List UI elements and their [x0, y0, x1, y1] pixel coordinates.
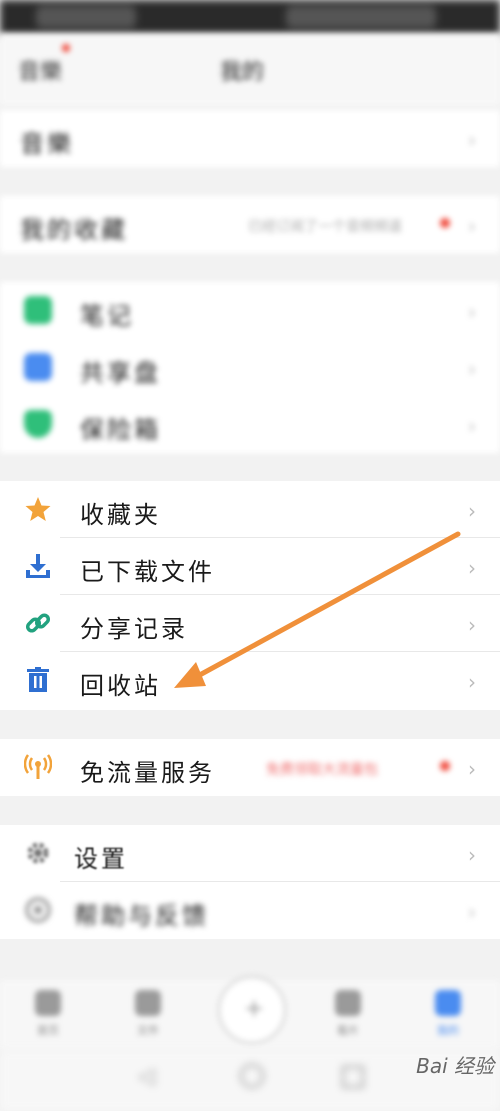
row-label: 收藏夹 — [80, 501, 161, 529]
download-icon — [26, 554, 50, 578]
chevron-right-icon: › — [468, 757, 476, 781]
user-icon — [435, 990, 461, 1016]
list-item[interactable]: 共享盘 › — [0, 339, 500, 396]
note-icon — [24, 296, 52, 324]
status-right — [286, 6, 436, 28]
signal-icon — [24, 754, 52, 779]
section-files: 收藏夹 › 已下载文件 › 分享记录 › 回收站 › — [0, 481, 500, 710]
home-icon — [35, 990, 61, 1016]
tab-label: 首页 — [37, 1024, 59, 1037]
chevron-right-icon: › — [468, 300, 476, 324]
chevron-right-icon: › — [468, 128, 476, 152]
list-item-recycle-bin[interactable]: 回收站 › — [0, 652, 500, 709]
home-button-icon[interactable] — [240, 1064, 264, 1088]
add-button[interactable]: + — [218, 976, 286, 1044]
trash-icon — [27, 667, 49, 692]
list-item-settings[interactable]: 设置 › — [0, 825, 500, 882]
page-title: 我的 — [220, 60, 265, 85]
list-item-help[interactable]: 帮助与反馈 › — [0, 882, 500, 939]
bottom-tab-bar: 首页 文件 + 看片 我的 — [0, 976, 500, 1050]
notification-dot — [62, 44, 70, 52]
video-icon — [335, 990, 361, 1016]
chevron-right-icon: › — [468, 414, 476, 438]
star-icon — [25, 497, 51, 521]
row-label: 笔记 — [80, 302, 134, 330]
red-dot — [440, 218, 450, 228]
tab-label: 看片 — [337, 1024, 359, 1037]
row-label: 已下载文件 — [80, 558, 215, 586]
status-bar — [0, 0, 500, 34]
list-item-downloads[interactable]: 已下载文件 › — [0, 538, 500, 595]
tab-label: 我的 — [437, 1024, 459, 1037]
list-item[interactable]: 笔记 › — [0, 282, 500, 339]
row-label: 分享记录 — [80, 615, 188, 643]
section-music[interactable]: 音樂 › — [0, 110, 500, 167]
chevron-right-icon: › — [468, 556, 476, 580]
list-item-free-traffic[interactable]: 免流量服务 免费领取大流量包 › — [0, 739, 500, 796]
section-free-traffic: 免流量服务 免费领取大流量包 › — [0, 739, 500, 796]
tab-files[interactable]: 文件 — [118, 990, 178, 1040]
section-settings: 设置 › 帮助与反馈 › — [0, 825, 500, 939]
list-item-share-records[interactable]: 分享记录 › — [0, 595, 500, 652]
recents-icon[interactable] — [342, 1066, 364, 1088]
link-icon — [25, 613, 51, 633]
list-item[interactable]: 保险箱 › — [0, 396, 500, 453]
row-label: 回收站 — [80, 672, 161, 700]
section-tools: 笔记 › 共享盘 › 保险箱 › — [0, 282, 500, 453]
plus-icon: + — [244, 994, 265, 1022]
app-header: 音樂 我的 — [0, 34, 500, 106]
gear-icon — [27, 842, 49, 864]
status-left — [36, 6, 136, 28]
tab-mine[interactable]: 我的 — [418, 990, 478, 1040]
chevron-right-icon: › — [468, 613, 476, 637]
row-value: 免费领取大流量包 — [266, 762, 378, 778]
back-icon[interactable]: ◁ — [138, 1064, 155, 1089]
share-disk-icon — [24, 353, 52, 381]
section-favorites-channel[interactable]: 我的收藏 已经订阅了一个音频频道 › — [0, 196, 500, 253]
red-dot — [440, 761, 450, 771]
chevron-right-icon: › — [468, 214, 476, 238]
file-icon — [135, 990, 161, 1016]
chevron-right-icon: › — [468, 499, 476, 523]
chevron-right-icon: › — [468, 900, 476, 924]
tab-home[interactable]: 首页 — [18, 990, 78, 1040]
row-label: 帮助与反馈 — [74, 902, 209, 930]
safe-icon — [24, 410, 52, 438]
watermark: Bai 经验 — [416, 1054, 494, 1078]
row-label: 共享盘 — [80, 359, 161, 387]
row-label: 设置 — [74, 845, 128, 873]
list-item-favorites[interactable]: 收藏夹 › — [0, 481, 500, 538]
row-value: 已经订阅了一个音频频道 — [248, 219, 402, 235]
tab-label: 文件 — [137, 1024, 159, 1037]
row-label: 保险箱 — [80, 416, 161, 444]
chevron-right-icon: › — [468, 357, 476, 381]
row-label: 免流量服务 — [80, 759, 215, 787]
help-icon — [25, 897, 51, 923]
row-label: 我的收藏 — [20, 216, 128, 244]
chevron-right-icon: › — [468, 843, 476, 867]
tab-watch[interactable]: 看片 — [318, 990, 378, 1040]
chevron-right-icon: › — [468, 670, 476, 694]
header-left-link[interactable]: 音樂 — [18, 54, 62, 86]
row-label: 音樂 — [20, 130, 74, 158]
